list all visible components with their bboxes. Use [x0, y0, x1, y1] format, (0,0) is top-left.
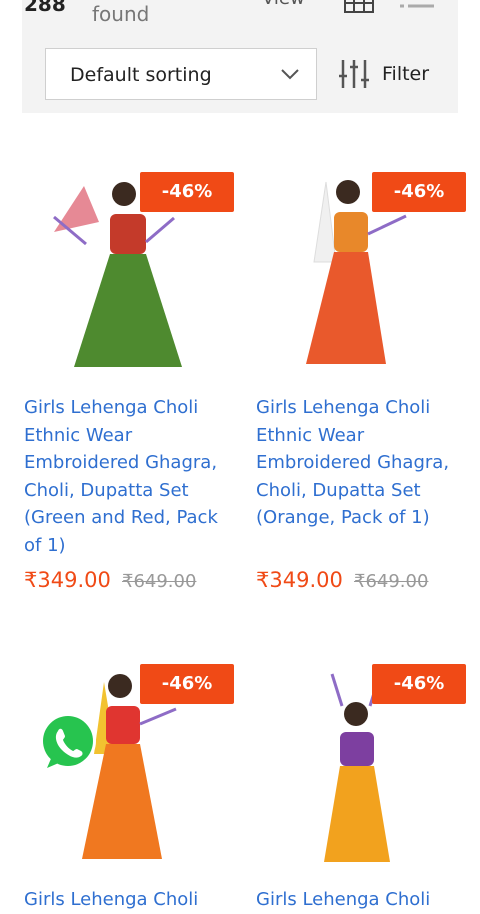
product-price: ₹349.00: [256, 568, 343, 592]
product-old-price: ₹649.00: [122, 571, 197, 592]
grid-icon[interactable]: [343, 0, 375, 14]
dupatta-shape: [54, 186, 99, 232]
product-title[interactable]: Girls Lehenga Choli Ethnic Wear Embroide…: [24, 394, 234, 559]
filter-button[interactable]: Filter: [382, 63, 429, 85]
filter-sliders-icon[interactable]: [338, 58, 370, 90]
product-old-price: ₹649.00: [354, 571, 429, 592]
view-label: View: [262, 0, 305, 9]
sort-select[interactable]: Default sorting: [45, 48, 317, 100]
result-count: 288: [24, 0, 66, 16]
whatsapp-icon[interactable]: [35, 710, 101, 776]
discount-badge: -46%: [140, 172, 234, 212]
product-price: ₹349.00: [24, 568, 111, 592]
product-title[interactable]: Girls Lehenga Choli Ethnic Wear Embroide…: [256, 394, 466, 532]
discount-badge: -46%: [372, 664, 466, 704]
discount-badge: -46%: [140, 664, 234, 704]
sort-value: Default sorting: [70, 64, 212, 86]
list-icon[interactable]: [398, 0, 436, 14]
chevron-down-icon: [281, 69, 299, 80]
discount-badge: -46%: [372, 172, 466, 212]
found-label: found: [92, 2, 150, 26]
